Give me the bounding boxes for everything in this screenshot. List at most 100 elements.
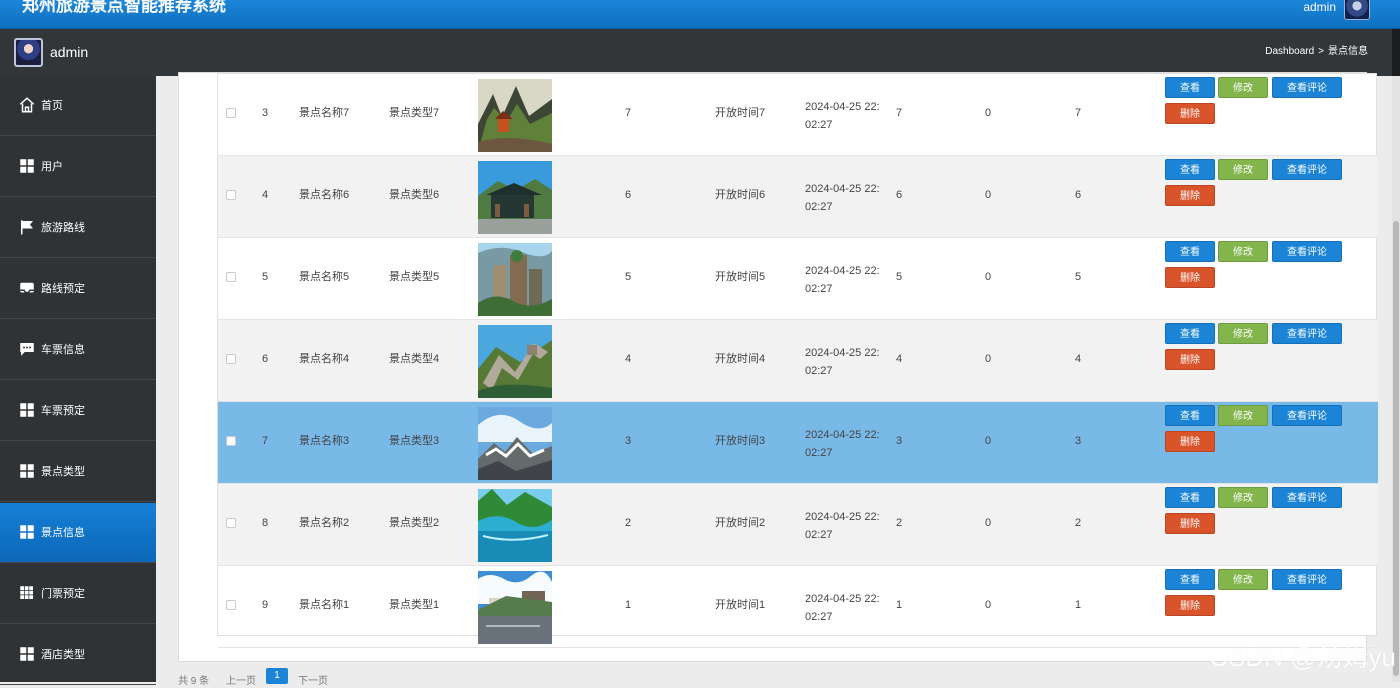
view-button[interactable]: 查看 <box>1165 487 1215 508</box>
top-banner: 郑州旅游景点智能推荐系统 admin <box>0 0 1400 29</box>
sidebar-item-label: 景点信息 <box>41 527 85 539</box>
value-column-3: 4 <box>1075 353 1082 365</box>
delete-button[interactable]: 删除 <box>1165 513 1215 534</box>
row-checkbox[interactable] <box>226 190 236 200</box>
sidebar-item-label: 用户 <box>41 161 63 173</box>
created-time: 2024-04-25 22: 02:27 <box>805 590 887 626</box>
table-row[interactable]: 3 景点名称7 景点类型7 7 开放时间7 2024-04-25 22: 02:27 7 0 7 查… <box>218 74 1378 156</box>
previous-page-button[interactable]: 上一页 <box>226 672 256 687</box>
sidebar-item-2[interactable]: 旅游路线 <box>0 198 156 258</box>
row-checkbox[interactable] <box>226 518 236 528</box>
sidebar-item-4[interactable]: 车票信息 <box>0 320 156 380</box>
sidebar-item-3[interactable]: 路线预定 <box>0 259 156 319</box>
sidebar-item-label: 旅游路线 <box>41 222 85 234</box>
view-comments-button[interactable]: 查看评论 <box>1272 159 1342 180</box>
attraction-name: 景点名称6 <box>299 189 350 201</box>
grid-icon <box>18 462 36 480</box>
sidebar-item-label: 景点类型 <box>41 466 85 478</box>
edit-button[interactable]: 修改 <box>1218 159 1268 180</box>
view-button[interactable]: 查看 <box>1165 159 1215 180</box>
row-checkbox[interactable] <box>226 354 236 364</box>
sidebar-item-label: 路线预定 <box>41 283 85 295</box>
view-comments-button[interactable]: 查看评论 <box>1272 241 1342 262</box>
view-comments-button[interactable]: 查看评论 <box>1272 569 1342 590</box>
open-time: 开放时间7 <box>715 107 766 119</box>
delete-button[interactable]: 删除 <box>1165 431 1215 452</box>
sidebar-item-9[interactable]: 酒店类型 <box>0 625 156 685</box>
attraction-name: 景点名称5 <box>299 271 350 283</box>
row-index: 6 <box>262 353 269 365</box>
view-button[interactable]: 查看 <box>1165 405 1215 426</box>
row-checkbox[interactable] <box>226 600 236 610</box>
view-button[interactable]: 查看 <box>1165 241 1215 262</box>
created-time: 2024-04-25 22: 02:27 <box>805 98 887 134</box>
delete-button[interactable]: 删除 <box>1165 267 1215 288</box>
view-button[interactable]: 查看 <box>1165 569 1215 590</box>
scrollbar-thumb[interactable] <box>1393 221 1399 676</box>
sidebar-item-6[interactable]: 景点类型 <box>0 442 156 502</box>
created-time: 2024-04-25 22: 02:27 <box>805 262 887 298</box>
table-row[interactable]: 5 景点名称5 景点类型5 5 开放时间5 2024-04-25 22: 02:27 5 0 5 查… <box>218 238 1378 320</box>
view-comments-button[interactable]: 查看评论 <box>1272 323 1342 344</box>
header-avatar[interactable] <box>14 38 43 67</box>
value-column-3: 3 <box>1075 435 1082 447</box>
delete-button[interactable]: 删除 <box>1165 349 1215 370</box>
value-column-2: 0 <box>985 353 992 365</box>
pagination-total: 共 9 条 <box>178 676 210 687</box>
attraction-type: 景点类型6 <box>389 189 440 201</box>
row-checkbox[interactable] <box>226 272 236 282</box>
value-column-3: 7 <box>1075 107 1082 119</box>
edit-button[interactable]: 修改 <box>1218 405 1268 426</box>
created-time-line-1: 2024-04-25 22: <box>805 511 880 523</box>
table-row[interactable]: 6 景点名称4 景点类型4 4 开放时间4 2024-04-25 22: 02:27 4 0 4 查… <box>218 320 1378 402</box>
attraction-name: 景点名称4 <box>299 353 350 365</box>
value-column-2: 0 <box>985 599 992 611</box>
top-user-avatar[interactable] <box>1344 0 1370 20</box>
sidebar-item-7[interactable]: 景点信息 <box>0 503 156 563</box>
header-right-edge <box>1392 29 1400 76</box>
sidebar-item-1[interactable]: 用户 <box>0 137 156 197</box>
attraction-count: 3 <box>625 435 632 447</box>
view-comments-button[interactable]: 查看评论 <box>1272 405 1342 426</box>
value-column-2: 0 <box>985 107 992 119</box>
edit-button[interactable]: 修改 <box>1218 241 1268 262</box>
edit-button[interactable]: 修改 <box>1218 323 1268 344</box>
delete-button[interactable]: 删除 <box>1165 185 1215 206</box>
value-column-1: 5 <box>896 271 903 283</box>
header-user-name[interactable]: admin <box>50 44 88 60</box>
sidebar-item-label: 首页 <box>41 100 63 112</box>
breadcrumb-separator: > <box>1318 46 1324 57</box>
open-time: 开放时间1 <box>715 599 766 611</box>
breadcrumb-current: 景点信息 <box>1328 46 1368 57</box>
table-row[interactable]: 7 景点名称3 景点类型3 3 开放时间3 2024-04-25 22: 02:27 3 0 3 查… <box>218 402 1378 484</box>
view-comments-button[interactable]: 查看评论 <box>1272 77 1342 98</box>
sidebar-item-5[interactable]: 车票预定 <box>0 381 156 441</box>
attraction-image <box>478 325 552 398</box>
page-scrollbar[interactable] <box>1392 76 1400 682</box>
open-time: 开放时间4 <box>715 353 766 365</box>
view-comments-button[interactable]: 查看评论 <box>1272 487 1342 508</box>
table-row[interactable]: 8 景点名称2 景点类型2 2 开放时间2 2024-04-25 22: 02:27 2 0 2 查… <box>218 484 1378 566</box>
table-row[interactable]: 9 景点名称1 景点类型1 1 开放时间1 2024-04-25 22: 02:27 1 0 1 查… <box>218 566 1378 648</box>
sidebar-item-8[interactable]: 门票预定 <box>0 564 156 624</box>
sidebar-item-0[interactable]: 首页 <box>0 76 156 136</box>
grid-icon <box>18 157 36 175</box>
created-time: 2024-04-25 22: 02:27 <box>805 426 887 462</box>
open-time: 开放时间6 <box>715 189 766 201</box>
row-checkbox[interactable] <box>226 436 236 446</box>
view-button[interactable]: 查看 <box>1165 323 1215 344</box>
delete-button[interactable]: 删除 <box>1165 103 1215 124</box>
edit-button[interactable]: 修改 <box>1218 77 1268 98</box>
edit-button[interactable]: 修改 <box>1218 569 1268 590</box>
breadcrumb-dashboard[interactable]: Dashboard <box>1265 46 1314 57</box>
value-column-2: 0 <box>985 271 992 283</box>
attraction-name: 景点名称3 <box>299 435 350 447</box>
edit-button[interactable]: 修改 <box>1218 487 1268 508</box>
next-page-button[interactable]: 下一页 <box>298 672 328 687</box>
csdn-watermark: CSDN @汤姆yu <box>1209 642 1396 672</box>
row-checkbox[interactable] <box>226 108 236 118</box>
delete-button[interactable]: 删除 <box>1165 595 1215 616</box>
table-row[interactable]: 4 景点名称6 景点类型6 6 开放时间6 2024-04-25 22: 02:27 6 0 6 查… <box>218 156 1378 238</box>
view-button[interactable]: 查看 <box>1165 77 1215 98</box>
top-user-name[interactable]: admin <box>1303 0 1336 14</box>
